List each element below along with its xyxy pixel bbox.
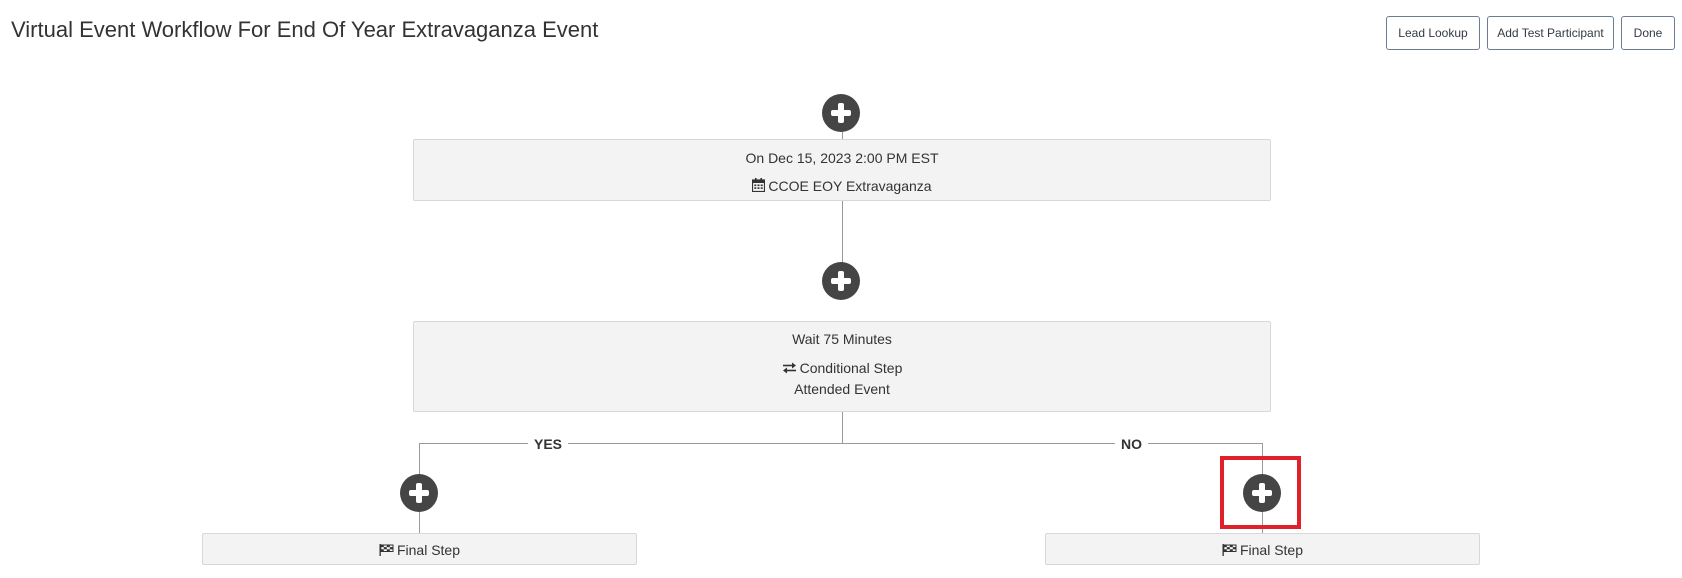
final-step-no-label: Final Step: [1239, 542, 1304, 558]
branch-label-no: NO: [1115, 436, 1148, 452]
conditional-step-type-row: Conditional Step: [414, 360, 1270, 377]
add-step-yes-icon[interactable]: [400, 474, 438, 512]
add-step-top-icon[interactable]: [822, 94, 860, 132]
lead-lookup-button[interactable]: Lead Lookup: [1386, 16, 1480, 50]
checkered-flag-icon: [379, 543, 394, 559]
add-step-no-icon[interactable]: [1243, 474, 1281, 512]
page-title: Virtual Event Workflow For End Of Year E…: [11, 17, 599, 42]
final-step-yes-row: Final Step: [203, 542, 636, 559]
trigger-step-card[interactable]: On Dec 15, 2023 2:00 PM EST CCOE EOY Ext…: [413, 139, 1271, 201]
checkered-flag-icon: [1222, 543, 1237, 559]
add-test-participant-button[interactable]: Add Test Participant: [1487, 16, 1614, 50]
conditional-step-condition: Attended Event: [794, 381, 890, 397]
final-step-no-row: Final Step: [1046, 542, 1479, 559]
calendar-icon: [752, 178, 766, 195]
trigger-step-datetime: On Dec 15, 2023 2:00 PM EST: [745, 150, 939, 166]
done-button[interactable]: Done: [1621, 16, 1675, 50]
conditional-step-type-label: Conditional Step: [799, 360, 903, 376]
trigger-step-event-name: CCOE EOY Extravaganza: [768, 178, 932, 194]
connector-line: [842, 412, 843, 444]
final-step-yes-label: Final Step: [396, 542, 461, 558]
branch-label-yes: YES: [528, 436, 569, 452]
add-step-middle-icon[interactable]: [822, 262, 860, 300]
final-step-no-card[interactable]: Final Step: [1045, 533, 1480, 565]
conditional-step-card[interactable]: Wait 75 Minutes Conditional Step Attende…: [413, 321, 1271, 412]
final-step-yes-card[interactable]: Final Step: [202, 533, 637, 565]
exchange-arrows-icon: [782, 361, 797, 377]
trigger-step-event-row: CCOE EOY Extravaganza: [414, 178, 1270, 195]
conditional-step-wait: Wait 75 Minutes: [792, 331, 892, 347]
